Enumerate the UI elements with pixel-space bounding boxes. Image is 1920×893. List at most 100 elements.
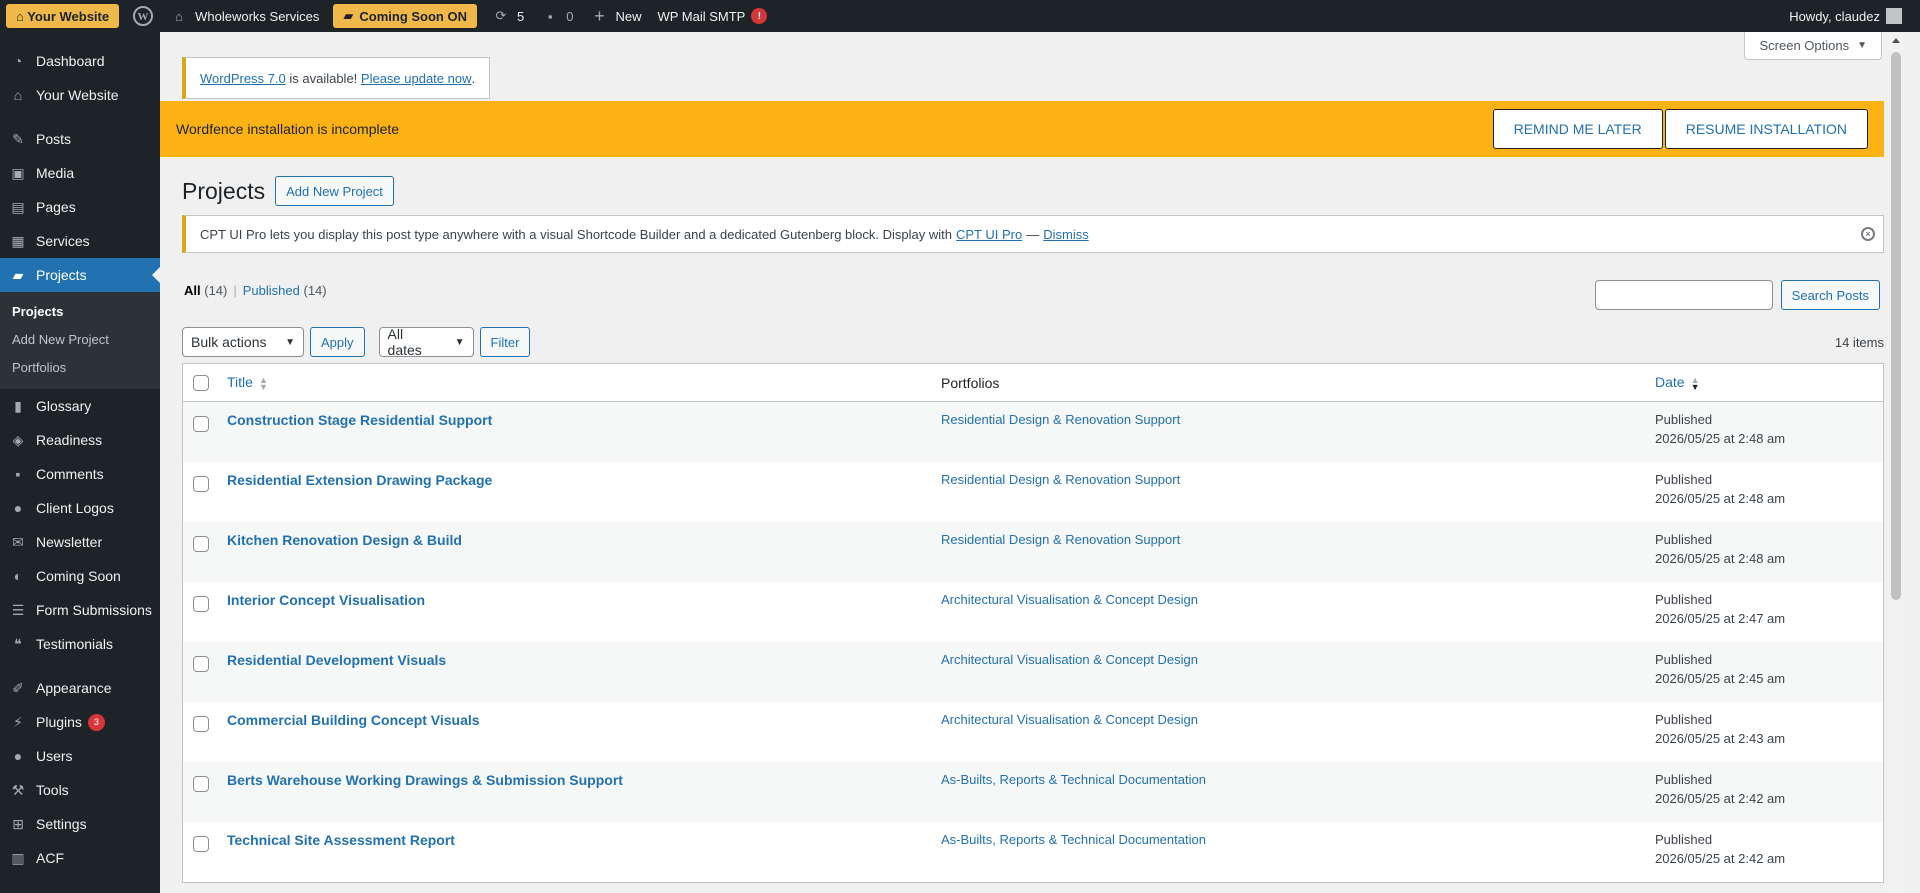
- sidebar-item-pages[interactable]: ▤ Pages: [0, 190, 160, 224]
- project-title-link[interactable]: Interior Concept Visualisation: [227, 592, 425, 608]
- scroll-up-arrow-icon[interactable]: [1892, 38, 1900, 43]
- date-sort-link[interactable]: Date ▲ ▼: [1655, 374, 1700, 391]
- search-box: Search Posts: [1594, 280, 1880, 310]
- sidebar-item-glossary[interactable]: ▮ Glossary: [0, 389, 160, 423]
- sidebar-item-comments[interactable]: ▪ Comments: [0, 457, 160, 491]
- sidebar-item-form-submissions[interactable]: ☰ Form Submissions: [0, 593, 160, 627]
- please-update-link[interactable]: Please update now: [361, 71, 472, 86]
- row-checkbox[interactable]: [193, 656, 209, 672]
- my-account-link[interactable]: Howdy, claudez: [1781, 0, 1920, 32]
- wordpress-version-link[interactable]: WordPress 7.0: [200, 71, 286, 86]
- bulk-actions-select[interactable]: Bulk actions ▼: [182, 327, 304, 357]
- project-title-link[interactable]: Berts Warehouse Working Drawings & Submi…: [227, 772, 623, 788]
- wordpress-logo[interactable]: W: [125, 0, 161, 32]
- portfolio-link[interactable]: Architectural Visualisation & Concept De…: [941, 652, 1198, 667]
- sidebar-item-readiness[interactable]: ◈ Readiness: [0, 423, 160, 457]
- pages-icon: ▤: [11, 198, 25, 215]
- scrollbar[interactable]: [1888, 32, 1904, 893]
- portfolio-link[interactable]: As-Builts, Reports & Technical Documenta…: [941, 772, 1206, 787]
- row-checkbox[interactable]: [193, 416, 209, 432]
- sidebar-item-users[interactable]: ● Users: [0, 739, 160, 773]
- sidebar-item-coming-soon[interactable]: ◐ Coming Soon: [0, 559, 160, 593]
- project-title-link[interactable]: Kitchen Renovation Design & Build: [227, 532, 462, 548]
- filter-button[interactable]: Filter: [479, 327, 531, 357]
- dismiss-icon[interactable]: ×: [1861, 227, 1875, 241]
- row-checkbox[interactable]: [193, 836, 209, 852]
- sidebar-item-appearance[interactable]: ✐ Appearance: [0, 671, 160, 705]
- project-title-link[interactable]: Residential Extension Drawing Package: [227, 472, 492, 488]
- sidebar-item-testimonials[interactable]: ❝ Testimonials: [0, 627, 160, 661]
- sidebar-item-tools[interactable]: ⚒ Tools: [0, 773, 160, 807]
- cpt-ui-pro-link[interactable]: CPT UI Pro: [956, 227, 1022, 242]
- sidebar-item-your-website[interactable]: ⌂ Your Website: [0, 78, 160, 112]
- view-published-link[interactable]: Published (14): [243, 283, 327, 298]
- sidebar-item-label: Projects: [36, 267, 87, 283]
- site-name-link[interactable]: ⌂ Wholeworks Services: [161, 0, 327, 32]
- portfolio-link[interactable]: Architectural Visualisation & Concept De…: [941, 712, 1198, 727]
- sidebar-item-services[interactable]: ▦ Services: [0, 224, 160, 258]
- add-new-project-button[interactable]: Add New Project: [275, 176, 394, 206]
- sidebar-item-plugins[interactable]: ⚡ Plugins 3: [0, 705, 160, 739]
- post-status: Published: [1655, 532, 1713, 547]
- row-checkbox[interactable]: [193, 476, 209, 492]
- project-title-link[interactable]: Residential Development Visuals: [227, 652, 446, 668]
- sidebar-item-posts[interactable]: ✎ Posts: [0, 122, 160, 156]
- resume-installation-button[interactable]: RESUME INSTALLATION: [1664, 109, 1868, 149]
- submenu-portfolios[interactable]: Portfolios: [0, 354, 160, 382]
- submenu-projects[interactable]: Projects: [0, 298, 160, 326]
- search-input[interactable]: [1594, 280, 1773, 310]
- smtp-label: WP Mail SMTP: [657, 8, 746, 24]
- quote-icon: ❝: [14, 635, 22, 652]
- submenu-add-new-project[interactable]: Add New Project: [0, 326, 160, 354]
- updates-link[interactable]: ⟳ 5: [483, 0, 532, 32]
- project-title-link[interactable]: Technical Site Assessment Report: [227, 832, 455, 848]
- sidebar-item-label: Readiness: [36, 432, 103, 448]
- portfolio-link[interactable]: Architectural Visualisation & Concept De…: [941, 592, 1198, 607]
- sidebar-item-media[interactable]: ▣ Media: [0, 156, 160, 190]
- row-checkbox[interactable]: [193, 536, 209, 552]
- portfolio-link[interactable]: As-Builts, Reports & Technical Documenta…: [941, 832, 1206, 847]
- comment-icon: ▪: [547, 8, 553, 24]
- comments-link[interactable]: ▪ 0: [532, 0, 581, 32]
- select-all-checkbox[interactable]: [193, 374, 209, 391]
- portfolio-link[interactable]: Residential Design & Renovation Support: [941, 472, 1180, 487]
- sidebar-item-client-logos[interactable]: ● Client Logos: [0, 491, 160, 525]
- update-nag-text: is available!: [285, 70, 361, 86]
- view-all-link[interactable]: All (14): [184, 283, 227, 298]
- project-title-link[interactable]: Construction Stage Residential Support: [227, 412, 492, 428]
- post-date: 2026/05/25 at 2:42 am: [1655, 851, 1786, 866]
- title-sort-link[interactable]: Title ▲ ▼: [227, 374, 268, 391]
- dismiss-link[interactable]: Dismiss: [1043, 227, 1089, 242]
- portfolio-link[interactable]: Residential Design & Renovation Support: [941, 532, 1180, 547]
- comments-count: 0: [566, 8, 574, 24]
- search-posts-button[interactable]: Search Posts: [1780, 280, 1880, 310]
- scrollbar-thumb[interactable]: [1891, 52, 1901, 600]
- sidebar-item-label: Glossary: [36, 398, 92, 414]
- sidebar-item-acf[interactable]: ▥ ACF: [0, 841, 160, 875]
- view-published-label: Published: [242, 283, 300, 298]
- row-checkbox[interactable]: [193, 596, 209, 612]
- portfolio-link[interactable]: Residential Design & Renovation Support: [941, 412, 1180, 427]
- sidebar-item-dashboard[interactable]: ◔ Dashboard: [0, 44, 160, 78]
- date-filter-select[interactable]: All dates ▼: [378, 326, 474, 358]
- sidebar-item-projects[interactable]: ▰ Projects: [0, 258, 160, 292]
- coming-soon-toggle[interactable]: ▰ Coming Soon ON: [333, 4, 477, 28]
- remind-me-later-button[interactable]: REMIND ME LATER: [1492, 109, 1663, 149]
- row-checkbox[interactable]: [193, 716, 209, 732]
- row-checkbox[interactable]: [193, 776, 209, 792]
- wordfence-message: Wordfence installation is incomplete: [176, 121, 400, 137]
- dashboard-icon: ◔: [13, 53, 23, 69]
- project-title-link[interactable]: Commercial Building Concept Visuals: [227, 712, 480, 728]
- sidebar-item-label: Appearance: [36, 680, 112, 696]
- table-row: Kitchen Renovation Design & Build Residen…: [183, 522, 1883, 582]
- apply-button[interactable]: Apply: [310, 327, 365, 357]
- coming-soon-icon: ▰: [343, 8, 354, 23]
- wp-mail-smtp-link[interactable]: WP Mail SMTP !: [649, 0, 775, 32]
- screen-options-button[interactable]: Screen Options ▼: [1744, 32, 1882, 60]
- post-status: Published: [1655, 712, 1713, 727]
- pushpin-icon: ✎: [12, 130, 24, 147]
- your-website-badge[interactable]: ⌂ Your Website: [6, 4, 120, 28]
- sidebar-item-settings[interactable]: ⊞ Settings: [0, 807, 160, 841]
- new-content-link[interactable]: + New: [581, 0, 649, 32]
- sidebar-item-newsletter[interactable]: ✉ Newsletter: [0, 525, 160, 559]
